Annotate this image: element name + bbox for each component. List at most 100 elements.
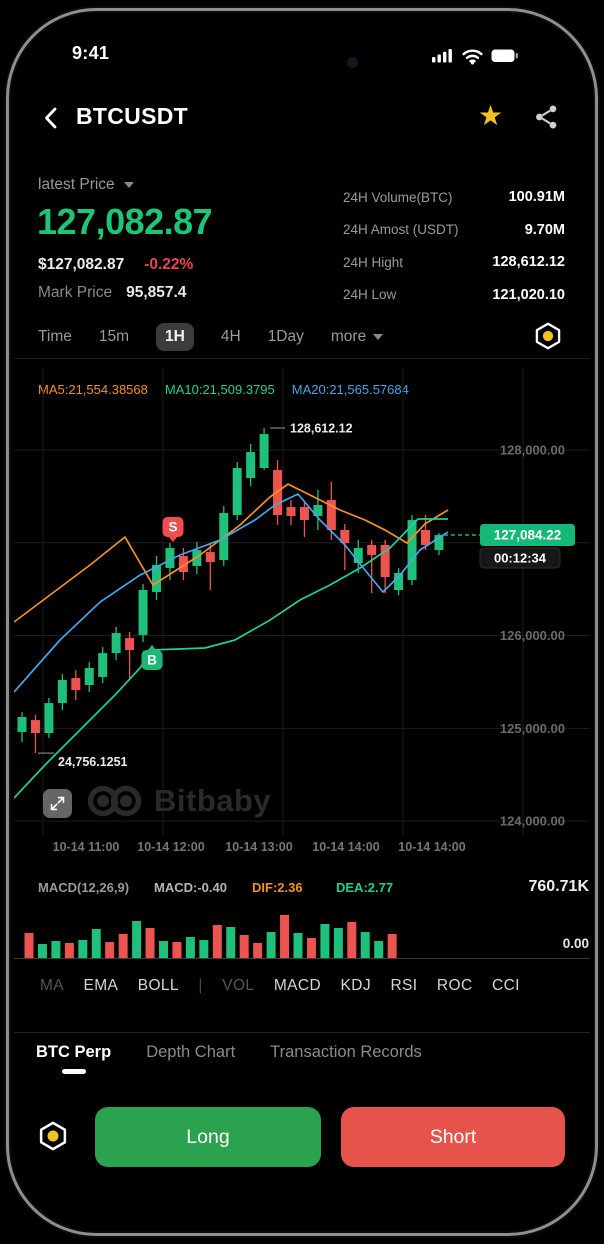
wifi-icon bbox=[461, 48, 484, 65]
favorite-star-icon[interactable]: ★ bbox=[478, 100, 503, 132]
stat-label: 24H Volume(BTC) bbox=[343, 190, 453, 205]
fullscreen-expand-icon[interactable] bbox=[43, 789, 72, 818]
indicator-tab-VOL[interactable]: VOL bbox=[222, 977, 254, 995]
tab-transaction-records[interactable]: Transaction Records bbox=[270, 1043, 422, 1074]
volume-bar bbox=[159, 941, 168, 958]
indicator-tab-RSI[interactable]: RSI bbox=[390, 977, 417, 995]
dea-value-label: DEA:2.77 bbox=[336, 880, 393, 895]
volume-bar bbox=[65, 943, 74, 958]
volume-bar bbox=[78, 940, 87, 958]
order-settings-hexagon-icon[interactable] bbox=[38, 1121, 68, 1151]
tab-depth-chart[interactable]: Depth Chart bbox=[146, 1043, 235, 1074]
chevron-down-icon bbox=[373, 334, 383, 340]
stats-panel: 24H Volume(BTC) 100.91M 24H Amost (USDT)… bbox=[343, 181, 565, 311]
tab-label: BTC Perp bbox=[36, 1043, 111, 1061]
indicator-tab-BOLL[interactable]: BOLL bbox=[138, 977, 179, 995]
front-camera-dot bbox=[347, 57, 358, 68]
volume-bar bbox=[51, 941, 60, 958]
candle-body bbox=[71, 678, 80, 690]
symbol-title: BTCUSDT bbox=[76, 103, 188, 130]
share-icon[interactable] bbox=[534, 104, 560, 130]
volume-bar bbox=[119, 934, 128, 958]
candle-body bbox=[31, 720, 40, 733]
indicator-tab-ROC[interactable]: ROC bbox=[437, 977, 473, 995]
candle-body bbox=[367, 545, 376, 555]
price-axis-label: 124,000.00 bbox=[500, 814, 565, 829]
volume-bar bbox=[347, 922, 356, 958]
divider bbox=[14, 358, 590, 359]
usd-price: $127,082.87 bbox=[38, 256, 124, 274]
battery-icon bbox=[491, 49, 518, 63]
volume-bars-chart bbox=[14, 904, 590, 960]
volume-bar bbox=[172, 942, 181, 958]
timeframe-1Day[interactable]: 1Day bbox=[268, 328, 304, 346]
volume-bar bbox=[240, 935, 249, 958]
timeframe-15m[interactable]: 15m bbox=[99, 328, 129, 346]
high-price-annotation: 128,612.12 bbox=[290, 422, 353, 436]
back-chevron-icon bbox=[40, 104, 64, 132]
macd-volume-pane[interactable]: MACD(12,26,9) MACD:-0.40 DIF:2.36 DEA:2.… bbox=[14, 878, 590, 964]
stat-value: 100.91M bbox=[509, 189, 565, 205]
volume-bar bbox=[199, 940, 208, 958]
volume-bar bbox=[374, 941, 383, 958]
tab-btc-perp[interactable]: BTC Perp bbox=[36, 1043, 111, 1074]
volume-bar bbox=[320, 924, 329, 958]
time-axis-label: 10-14 13:00 bbox=[211, 840, 307, 854]
long-button[interactable]: Long bbox=[95, 1107, 321, 1167]
volume-bar bbox=[38, 944, 47, 958]
indicator-tab-divider: | bbox=[198, 977, 202, 995]
indicator-tab-MACD[interactable]: MACD bbox=[274, 977, 321, 995]
indicator-tab-MA[interactable]: MA bbox=[40, 977, 64, 995]
stat-value: 121,020.10 bbox=[492, 287, 565, 303]
volume-bar bbox=[361, 932, 370, 958]
current-price-badge: 127,084.22 00:12:34 bbox=[480, 524, 575, 568]
last-price: 127,082.87 bbox=[37, 201, 212, 243]
volume-bar bbox=[132, 921, 141, 958]
time-axis-label: 10-14 12:00 bbox=[123, 840, 219, 854]
svg-text:B: B bbox=[147, 653, 157, 668]
candlestick-chart[interactable]: 128,612.1224,756.1251SB127,084.2200:12:3… bbox=[14, 368, 590, 835]
indicator-tab-EMA[interactable]: EMA bbox=[83, 977, 118, 995]
volume-bar bbox=[105, 942, 114, 958]
stat-row: 24H Hight 128,612.12 bbox=[343, 246, 565, 279]
svg-text:00:12:34: 00:12:34 bbox=[494, 550, 547, 565]
svg-text:127,084.22: 127,084.22 bbox=[494, 527, 562, 542]
chart-settings-hexagon-icon[interactable] bbox=[534, 322, 562, 350]
volume-bar bbox=[92, 929, 101, 958]
watermark-logo-icon bbox=[86, 783, 144, 819]
candle-body bbox=[139, 590, 148, 635]
price-type-selector[interactable]: latest Price bbox=[38, 176, 134, 194]
timeframe-4H[interactable]: 4H bbox=[221, 328, 241, 346]
tab-label: Transaction Records bbox=[270, 1043, 422, 1061]
buy-marker-pin: B bbox=[142, 645, 163, 670]
timeframe-Time[interactable]: Time bbox=[38, 328, 72, 346]
stat-label: 24H Amost (USDT) bbox=[343, 222, 459, 237]
candle-body bbox=[112, 633, 121, 653]
price-axis-label: 126,000.00 bbox=[500, 628, 565, 643]
stat-row: 24H Low 121,020.10 bbox=[343, 279, 565, 312]
macd-value-label: MACD:-0.40 bbox=[154, 880, 227, 895]
candle-body bbox=[206, 552, 215, 562]
indicator-tab-KDJ[interactable]: KDJ bbox=[341, 977, 371, 995]
candle-body bbox=[125, 638, 134, 650]
more-label: more bbox=[331, 328, 366, 346]
timeframe-1H[interactable]: 1H bbox=[156, 323, 194, 351]
back-button[interactable] bbox=[40, 104, 64, 132]
candle-body bbox=[98, 653, 107, 677]
indicator-tab-CCI[interactable]: CCI bbox=[492, 977, 520, 995]
mark-price-label: Mark Price bbox=[38, 284, 112, 302]
status-time: 9:41 bbox=[72, 43, 109, 64]
phone-screen: 9:41 bbox=[11, 13, 593, 1231]
stat-row: 24H Volume(BTC) 100.91M bbox=[343, 181, 565, 214]
watermark: Bitbaby bbox=[86, 783, 271, 819]
volume-bar bbox=[25, 933, 34, 958]
candle-body bbox=[233, 468, 242, 515]
candle-body bbox=[260, 434, 269, 468]
stat-label: 24H Hight bbox=[343, 255, 403, 270]
ma-line-MA20 bbox=[14, 494, 448, 692]
timeframe-more[interactable]: more bbox=[331, 328, 383, 346]
price-axis-label: 128,000.00 bbox=[500, 443, 565, 458]
short-button[interactable]: Short bbox=[341, 1107, 565, 1167]
candles bbox=[18, 428, 444, 753]
candle-body bbox=[421, 530, 430, 545]
